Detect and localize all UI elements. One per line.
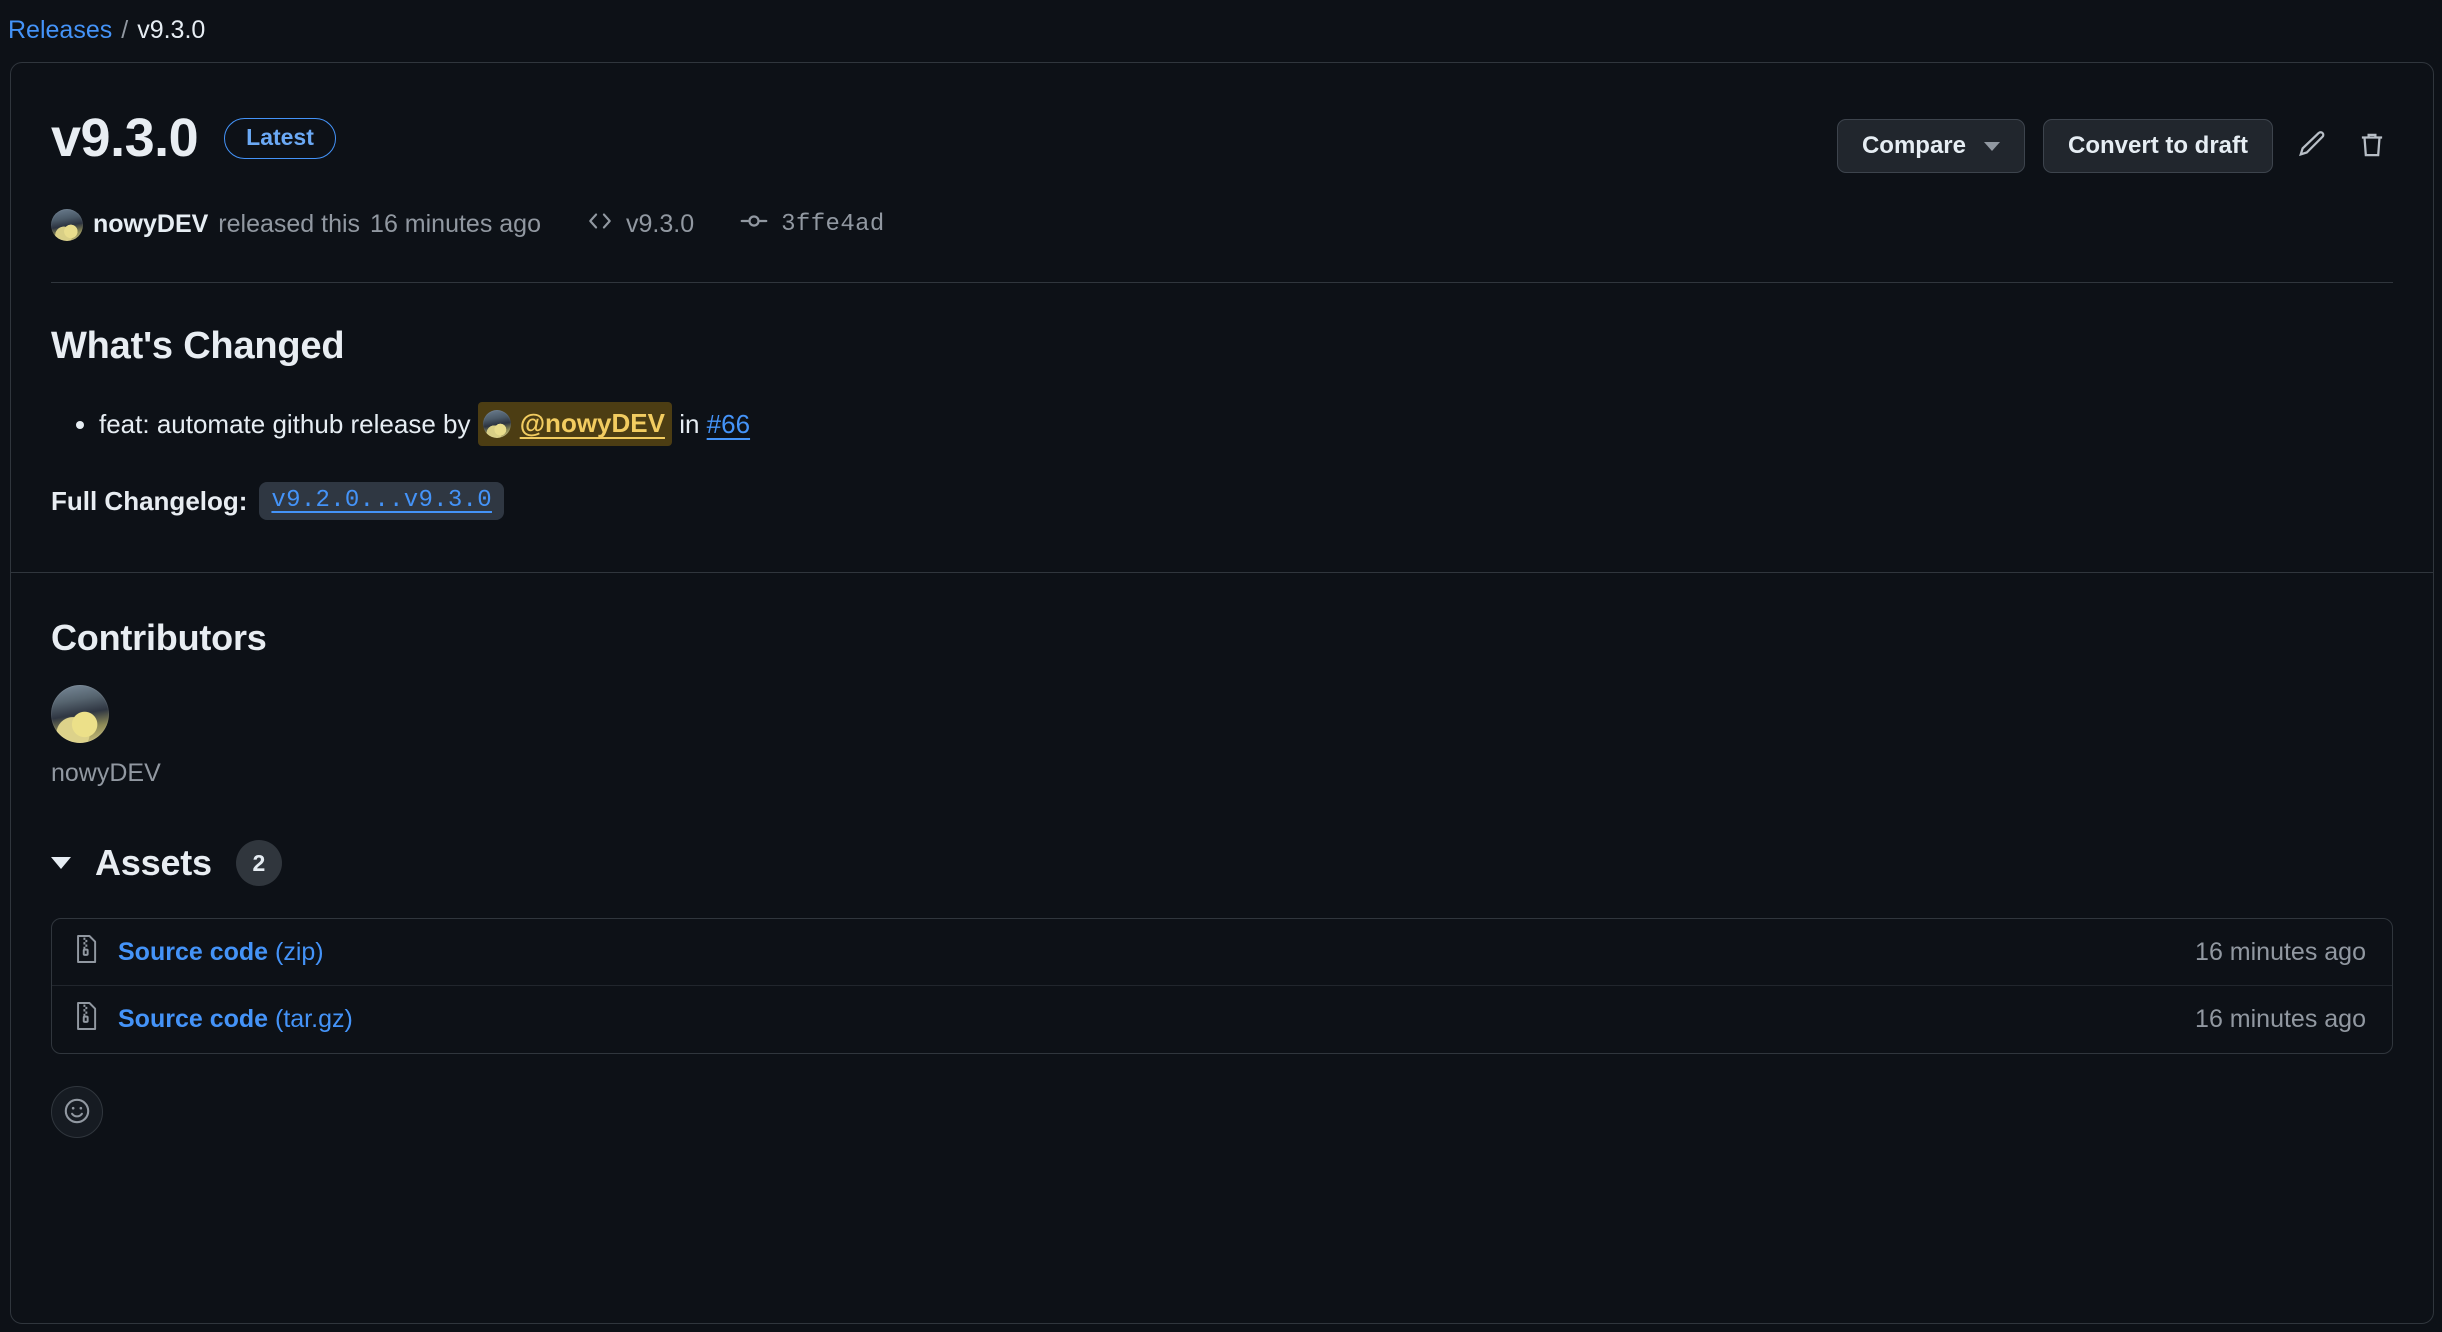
asset-timestamp: 16 minutes ago (2195, 1005, 2366, 1034)
assets-table: Source code (zip) 16 minutes ago Source … (51, 918, 2393, 1055)
user-mention-link[interactable]: @nowyDEV (477, 402, 672, 447)
compare-button-label: Compare (1861, 132, 1966, 159)
breadcrumb-current: v9.3.0 (137, 16, 206, 44)
release-commit[interactable]: 3ffe4ad (740, 207, 885, 242)
asset-name: Source code (118, 1005, 269, 1034)
asset-link[interactable]: Source code (zip) (118, 938, 324, 967)
change-text-in: in (671, 408, 707, 439)
asset-name: Source code (118, 937, 269, 966)
release-action-text: released this (218, 210, 361, 239)
full-changelog-link[interactable]: v9.2.0...v9.3.0 (259, 482, 504, 521)
breadcrumb-separator: / (121, 16, 129, 44)
file-zip-icon (74, 1001, 100, 1038)
asset-link[interactable]: Source code (tar.gz) (118, 1005, 353, 1034)
release-tag-label: v9.3.0 (626, 210, 695, 239)
asset-format: (tar.gz) (268, 1005, 353, 1034)
release-timestamp: 16 minutes ago (370, 210, 541, 239)
contributor-item[interactable]: nowyDEV (51, 685, 161, 788)
list-item: feat: automate github release by @nowyDE… (99, 402, 2393, 447)
convert-to-draft-button[interactable]: Convert to draft (2043, 119, 2273, 174)
assets-title: Assets (95, 842, 212, 884)
release-commit-hash: 3ffe4ad (781, 211, 885, 239)
pencil-icon (2297, 130, 2327, 163)
avatar (482, 409, 511, 438)
code-brackets-icon (587, 208, 613, 241)
release-card: v9.3.0 Latest Compare Convert to draft n… (10, 62, 2434, 1324)
chevron-down-icon (1984, 141, 2000, 151)
contributors-list: nowyDEV (51, 685, 2393, 788)
release-meta: nowyDEV released this 16 minutes ago v9.… (51, 207, 2393, 242)
user-mention-label: @nowyDEV (519, 408, 665, 439)
header-divider (51, 282, 2393, 284)
breadcrumb: Releases / v9.3.0 (0, 0, 2442, 62)
pull-request-link[interactable]: #66 (707, 405, 750, 444)
page-title: v9.3.0 (51, 108, 199, 168)
section-title-contributors: Contributors (51, 617, 267, 659)
breadcrumb-releases-link[interactable]: Releases (8, 14, 112, 47)
full-changelog-label: Full Changelog: (51, 485, 248, 516)
table-row[interactable]: Source code (tar.gz) 16 minutes ago (52, 986, 2392, 1053)
full-changelog-row: Full Changelog: v9.2.0...v9.3.0 (51, 482, 2393, 521)
release-author[interactable]: nowyDEV (93, 210, 208, 239)
delete-release-button[interactable] (2351, 124, 2393, 169)
avatar (51, 208, 83, 241)
reaction-bar (51, 1086, 2393, 1139)
assets-count-badge: 2 (235, 840, 282, 887)
status-badge-latest: Latest (224, 118, 336, 160)
release-actions: Compare Convert to draft (1836, 109, 2393, 174)
avatar (51, 685, 109, 744)
smiley-icon (63, 1097, 91, 1128)
changes-list: feat: automate github release by @nowyDE… (51, 402, 2393, 447)
trash-icon (2357, 130, 2387, 163)
asset-format: (zip) (268, 937, 324, 966)
commit-icon (740, 207, 768, 242)
file-zip-icon (74, 934, 100, 971)
release-header: v9.3.0 Latest Compare Convert to draft (51, 63, 2393, 174)
contributor-name: nowyDEV (51, 759, 161, 788)
change-text: feat: automate github release by (99, 408, 478, 439)
compare-button[interactable]: Compare (1836, 119, 2025, 174)
release-tag[interactable]: v9.3.0 (587, 208, 694, 241)
release-title-block: v9.3.0 Latest (51, 108, 336, 168)
triangle-down-icon (51, 857, 71, 870)
asset-timestamp: 16 minutes ago (2195, 937, 2366, 966)
contributors-divider (11, 572, 2433, 574)
assets-disclosure[interactable]: Assets 2 (51, 840, 282, 887)
edit-release-button[interactable] (2291, 124, 2333, 169)
add-reaction-button[interactable] (51, 1086, 103, 1139)
section-title-whats-changed: What's Changed (51, 325, 345, 368)
table-row[interactable]: Source code (zip) 16 minutes ago (52, 919, 2392, 987)
